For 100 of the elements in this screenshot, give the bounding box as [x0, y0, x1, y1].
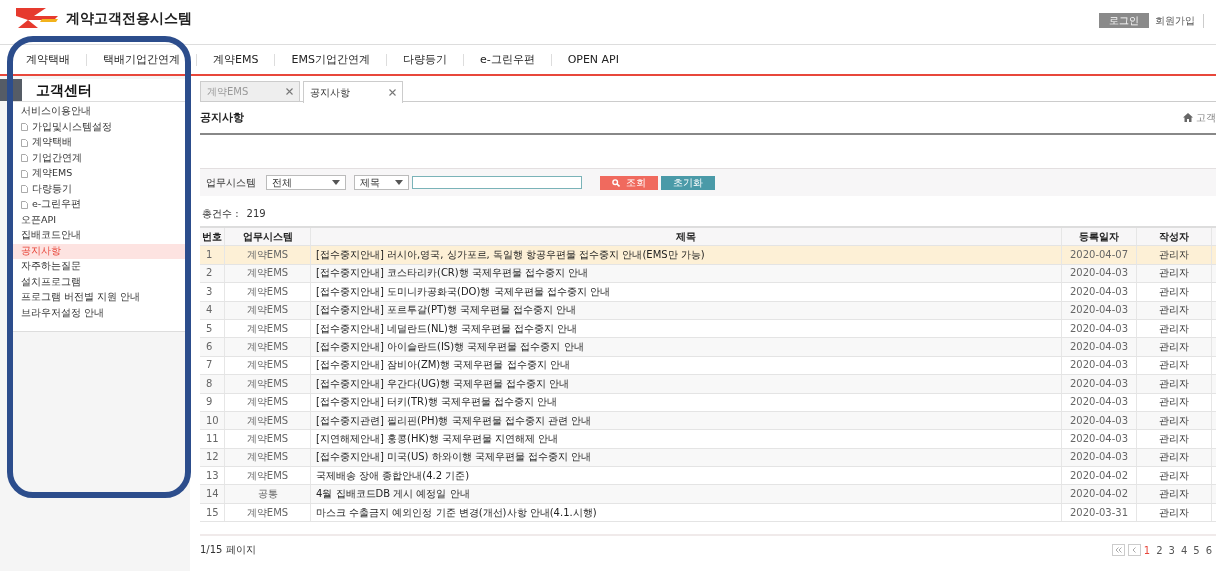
sidebar-item[interactable]: 프로그램 버전별 지원 안내	[11, 290, 185, 306]
sidebar-subitem[interactable]: 다량등기	[11, 181, 185, 197]
system-cell: 계약EMS	[246, 414, 289, 427]
home-icon[interactable]	[1183, 113, 1193, 122]
system-cell: 계약EMS	[246, 341, 289, 354]
notice-title-link[interactable]: [접수중지안내] 터키(TR)행 국제우편물 접수중지 안내	[316, 396, 558, 409]
notice-title-link[interactable]: [접수중지안내] 네덜란드(NL)행 국제우편물 접수중지 안내	[316, 322, 578, 335]
table-row[interactable]: 15 계약EMS 마스크 수출금지 예외인정 기준 변경(개선)사항 안내(4.1.시행) 2020-03-31 관리자	[200, 503, 1216, 523]
sidebar-item[interactable]: 서비스이용안내	[11, 104, 185, 120]
sidebar-item[interactable]: 자주하는질문	[11, 259, 185, 275]
page-link[interactable]: 4	[1180, 544, 1188, 556]
sidebar-item[interactable]: 집배코드안내	[11, 228, 185, 244]
search-icon	[612, 178, 620, 187]
author-cell: 관리자	[1159, 377, 1189, 390]
notice-title-link[interactable]: [접수중지안내] 코스타리카(CR)행 국제우편물 접수중지 안내	[316, 267, 589, 280]
row-number: 4	[206, 304, 213, 317]
search-input[interactable]	[412, 176, 582, 189]
row-number: 11	[206, 433, 219, 445]
sidebar-subitem[interactable]: 기업간연계	[11, 150, 185, 166]
date-cell: 2020-04-03	[1069, 285, 1129, 298]
sidebar-subitem[interactable]: 계약EMS	[11, 166, 185, 182]
date-cell: 2020-04-03	[1069, 322, 1129, 335]
table-row[interactable]: 8 계약EMS [접수중지안내] 우간다(UG)행 국제우편물 접수중지 안내 2020-04-03 관리자	[200, 375, 1216, 394]
nav-menu-item[interactable]: e-그린우편	[462, 53, 551, 66]
nav-menu-item[interactable]: 계약EMS	[196, 53, 275, 66]
notice-title-link[interactable]: [접수중지안내] 아이슬란드(IS)행 국제우편물 접수중지 안내	[316, 341, 584, 354]
notice-title-link[interactable]: [접수중지안내] 잠비아(ZM)행 국제우편물 접수중지 안내	[316, 359, 570, 372]
total-count: 219	[246, 207, 266, 221]
sidebar-item[interactable]: 설치프로그램	[11, 274, 185, 290]
date-cell: 2020-04-03	[1069, 377, 1129, 390]
table-row[interactable]: 3 계약EMS [접수중지안내] 도미니카공화국(DO)행 국제우편물 접수중지 안내 2020-04-03 관리자	[200, 283, 1216, 302]
table-row[interactable]: 11 계약EMS [지연해제안내] 홍콩(HK)행 국제우편물 지연해제 안내 2020-04-03 관리자	[200, 430, 1216, 449]
search-field-dropdown[interactable]: 제목	[354, 175, 409, 190]
sidebar-item[interactable]: 오픈API	[11, 212, 185, 228]
logo-text: 계약고객전용시스템	[66, 10, 192, 28]
row-number: 6	[206, 341, 213, 354]
system-cell: 계약EMS	[246, 506, 289, 519]
nav-menu-item[interactable]: 계약택배	[20, 53, 86, 66]
first-page-button[interactable]	[1111, 544, 1125, 557]
notice-title-link[interactable]: [접수중지안내] 우간다(UG)행 국제우편물 접수중지 안내	[316, 377, 570, 390]
date-cell: 2020-04-03	[1069, 451, 1129, 464]
notice-title-link[interactable]: [접수중지안내] 도미니카공화국(DO)행 국제우편물 접수중지 안내	[316, 285, 610, 298]
page-link[interactable]: 6	[1205, 544, 1212, 556]
date-cell: 2020-04-03	[1069, 433, 1129, 445]
system-cell: 공통	[257, 488, 278, 501]
table-row[interactable]: 14 공통 4월 집배코드DB 게시 예정일 안내 2020-04-02 관리자	[200, 485, 1216, 504]
author-cell: 관리자	[1159, 414, 1189, 427]
row-number: 10	[206, 414, 219, 427]
date-cell: 2020-04-03	[1069, 341, 1129, 354]
date-cell: 2020-04-03	[1069, 359, 1129, 372]
signup-link[interactable]: 회원가입	[1155, 13, 1204, 28]
notice-title-link[interactable]: 4월 집배코드DB 게시 예정일 안내	[316, 488, 470, 501]
date-cell: 2020-04-03	[1069, 304, 1129, 317]
sidebar-subitem[interactable]: 가입및시스템설정	[11, 119, 185, 135]
author-cell: 관리자	[1159, 304, 1189, 317]
nav-menu-item[interactable]: OPEN API	[550, 53, 635, 66]
sidebar-subitem[interactable]: 계약택배	[11, 135, 185, 151]
author-cell: 관리자	[1159, 341, 1189, 354]
notice-title-link[interactable]: 마스크 수출금지 예외인정 기준 변경(개선)사항 안내(4.1.시행)	[316, 506, 597, 519]
page-link[interactable]: 5	[1193, 544, 1200, 556]
date-cell: 2020-04-07	[1069, 249, 1129, 262]
notice-title-link[interactable]: [접수중지관련] 필리핀(PH)행 국제우편물 접수중지 관련 안내	[316, 414, 592, 427]
page-link[interactable]: 2	[1156, 544, 1163, 556]
table-row[interactable]: 1 계약EMS [접수중지안내] 러시아,영국, 싱가포르, 독일행 항공우편물 접수중지 안내(EMS만 가능) 2020-04-07 관리자	[200, 246, 1216, 265]
table-row[interactable]: 9 계약EMS [접수중지안내] 터키(TR)행 국제우편물 접수중지 안내 2020-04-03 관리자	[200, 393, 1216, 412]
row-number: 12	[206, 451, 219, 464]
close-icon[interactable]	[286, 88, 293, 95]
nav-menu-item[interactable]: 택배기업간연계	[86, 53, 196, 66]
nav-menu-item[interactable]: EMS기업간연계	[274, 53, 386, 66]
column-header: 등록일자	[1061, 228, 1136, 246]
filter-label: 업무시스템	[206, 175, 256, 190]
system-dropdown[interactable]: 전체	[266, 175, 346, 190]
page-link[interactable]: 1	[1143, 544, 1151, 556]
page-title: 공지사항	[200, 110, 244, 125]
page-link[interactable]: 3	[1168, 544, 1175, 556]
breadcrumb-link[interactable]: 고객	[1196, 110, 1216, 125]
system-cell: 계약EMS	[246, 359, 289, 372]
notice-title-link[interactable]: [접수중지안내] 포르투갈(PT)행 국제우편물 접수중지 안내	[316, 304, 577, 317]
sidebar-subitem[interactable]: e-그린우편	[11, 197, 185, 213]
row-number: 9	[206, 396, 213, 409]
row-number: 5	[206, 322, 213, 335]
notice-title-link[interactable]: [접수중지안내] 러시아,영국, 싱가포르, 독일행 항공우편물 접수중지 안내(EMS만 가능)	[316, 249, 705, 262]
author-cell: 관리자	[1159, 469, 1189, 482]
date-cell: 2020-04-03	[1069, 267, 1129, 280]
author-cell: 관리자	[1159, 451, 1189, 464]
close-icon[interactable]	[389, 89, 396, 96]
date-cell: 2020-04-02	[1069, 488, 1129, 501]
table-row[interactable]: 6 계약EMS [접수중지안내] 아이슬란드(IS)행 국제우편물 접수중지 안내 2020-04-03 관리자	[200, 338, 1216, 357]
notice-title-link[interactable]: 국제배송 장애 종합안내(4.2 기준)	[316, 469, 470, 482]
nav-menu-item[interactable]: 다량등기	[385, 53, 463, 66]
author-cell: 관리자	[1159, 359, 1189, 372]
date-cell: 2020-03-31	[1069, 506, 1129, 519]
notice-title-link[interactable]: [지연해제안내] 홍콩(HK)행 국제우편물 지연해제 안내	[316, 433, 559, 445]
system-cell: 계약EMS	[246, 433, 289, 445]
notice-title-link[interactable]: [접수중지안내] 미국(US) 하와이행 국제우편물 접수중지 안내	[316, 451, 592, 464]
tab[interactable]: 공지사항	[303, 81, 403, 103]
system-cell: 계약EMS	[246, 267, 289, 280]
author-cell: 관리자	[1159, 433, 1189, 445]
sidebar-item[interactable]: 브라우저설정 안내	[11, 305, 185, 321]
system-cell: 계약EMS	[246, 377, 289, 390]
